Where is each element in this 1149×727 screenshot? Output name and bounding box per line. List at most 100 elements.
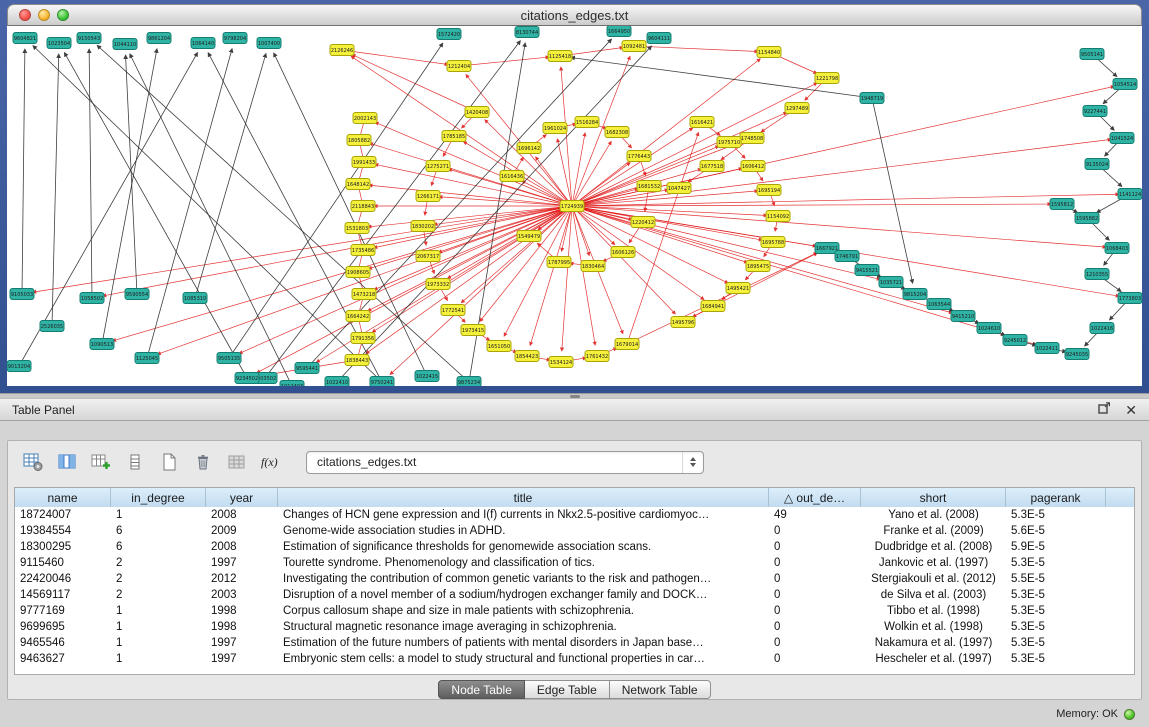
graph-edge[interactable] [274, 53, 427, 376]
graph-edge[interactable] [370, 143, 572, 206]
graph-node[interactable]: 1022416 [1090, 323, 1114, 334]
graph-node[interactable]: 1022411 [1035, 343, 1059, 354]
column-header-name[interactable]: name [15, 488, 111, 507]
table-row[interactable]: 1830029562008Estimation of significance … [15, 539, 1134, 555]
cell-name[interactable]: 9465546 [15, 637, 111, 649]
graph-edge[interactable] [19, 53, 198, 366]
add-column-icon[interactable] [88, 449, 114, 475]
cell-out_degree[interactable]: 0 [769, 541, 861, 553]
graph-node[interactable]: 1991433 [352, 157, 376, 168]
graph-node[interactable]: 1682308 [605, 127, 629, 138]
graph-node[interactable]: 1092481 [622, 41, 646, 52]
graph-node[interactable]: 1973415 [461, 325, 485, 336]
table-row[interactable]: 1938455462009Genome-wide association stu… [15, 523, 1134, 539]
cell-year[interactable]: 2009 [206, 525, 278, 537]
graph-node[interactable]: 1090513 [90, 339, 114, 350]
close-window-button[interactable] [19, 9, 31, 21]
graph-node[interactable]: 1022410 [325, 377, 349, 387]
cell-pagerank[interactable]: 5.3E-5 [1006, 557, 1106, 569]
graph-node[interactable]: 1473218 [352, 289, 376, 300]
graph-node[interactable]: 1606412 [741, 161, 765, 172]
graph-node[interactable]: 1975710 [717, 137, 741, 148]
cell-short[interactable]: de Silva et al. (2003) [861, 589, 1006, 601]
graph-edge[interactable] [572, 206, 762, 240]
cell-in_degree[interactable]: 2 [111, 557, 206, 569]
cell-in_degree[interactable]: 1 [111, 637, 206, 649]
graph-node[interactable]: 2126246 [330, 45, 354, 56]
table-row[interactable]: 946362711997Embryonic stem cells: a mode… [15, 651, 1134, 667]
graph-node[interactable]: 1735486 [351, 245, 375, 256]
column-header-short[interactable]: short [861, 488, 1006, 507]
graph-node[interactable]: 1748508 [740, 133, 764, 144]
graph-node[interactable]: 1616436 [500, 171, 524, 182]
graph-node[interactable]: 1677518 [700, 161, 724, 172]
cell-pagerank[interactable]: 5.3E-5 [1006, 589, 1106, 601]
graph-node[interactable]: 1746791 [835, 251, 859, 262]
cell-short[interactable]: Tibbo et al. (1998) [861, 605, 1006, 617]
graph-node[interactable]: 1648142 [346, 179, 370, 190]
graph-node[interactable]: 1420408 [465, 107, 489, 118]
table-row[interactable]: 1456911722003Disruption of a novel membe… [15, 587, 1134, 603]
graph-node[interactable]: 1063544 [927, 299, 951, 310]
graph-node[interactable]: 9798204 [223, 33, 247, 44]
graph-node[interactable]: 1516284 [575, 117, 599, 128]
graph-node[interactable]: 1961024 [543, 123, 567, 134]
graph-node[interactable]: 1044110 [113, 39, 137, 50]
graph-edge[interactable] [52, 54, 59, 326]
float-panel-icon[interactable] [1098, 401, 1111, 419]
cell-title[interactable]: Estimation of the future numbers of pati… [278, 637, 769, 649]
cell-pagerank[interactable]: 5.3E-5 [1006, 621, 1106, 633]
graph-node[interactable]: 1724939 [560, 201, 584, 212]
cell-in_degree[interactable]: 2 [111, 573, 206, 585]
cell-year[interactable]: 1997 [206, 557, 278, 569]
cell-in_degree[interactable]: 6 [111, 541, 206, 553]
cell-short[interactable]: Nakamura et al. (1997) [861, 637, 1006, 649]
cell-title[interactable]: Corpus callosum shape and size in male p… [278, 605, 769, 617]
graph-edge[interactable] [33, 46, 382, 382]
rows-icon[interactable] [122, 449, 148, 475]
column-header-out_degree[interactable]: △ out_de… [769, 488, 861, 507]
cell-pagerank[interactable]: 5.3E-5 [1006, 653, 1106, 665]
cell-pagerank[interactable]: 5.3E-5 [1006, 637, 1106, 649]
cell-name[interactable]: 9699695 [15, 621, 111, 633]
graph-node[interactable]: 9105033 [10, 289, 34, 300]
cell-short[interactable]: Jankovic et al. (1997) [861, 557, 1006, 569]
column-header-title[interactable]: title [278, 488, 769, 507]
cell-title[interactable]: Changes of HCN gene expression and I(f) … [278, 509, 769, 521]
graph-node[interactable]: 1791356 [351, 333, 375, 344]
cell-title[interactable]: Disruption of a novel member of a sodium… [278, 589, 769, 601]
cell-year[interactable]: 2012 [206, 573, 278, 585]
graph-node[interactable]: 1221798 [815, 73, 839, 84]
cell-name[interactable]: 9115460 [15, 557, 111, 569]
cell-title[interactable]: Embryonic stem cells: a model to study s… [278, 653, 769, 665]
graph-node[interactable]: 1012403 [280, 381, 304, 387]
cell-year[interactable]: 2003 [206, 589, 278, 601]
graph-node[interactable]: 9875234 [457, 377, 481, 387]
graph-node[interactable]: 1275271 [426, 161, 450, 172]
graph-node[interactable]: 1085310 [183, 293, 207, 304]
cell-short[interactable]: Yano et al. (2008) [861, 509, 1006, 521]
cell-short[interactable]: Stergiakouli et al. (2012) [861, 573, 1006, 585]
graph-node[interactable]: 1681532 [637, 181, 661, 192]
cell-title[interactable]: Investigating the contribution of common… [278, 573, 769, 585]
cell-name[interactable]: 9463627 [15, 653, 111, 665]
minimize-window-button[interactable] [38, 9, 50, 21]
cell-out_degree[interactable]: 0 [769, 637, 861, 649]
graph-node[interactable]: 1007400 [257, 38, 281, 49]
cell-name[interactable]: 22420046 [15, 573, 111, 585]
tab-network-table[interactable]: Network Table [610, 680, 711, 699]
graph-node[interactable]: 2526035 [40, 321, 64, 332]
graph-node[interactable]: 1616421 [690, 117, 714, 128]
cell-in_degree[interactable]: 1 [111, 621, 206, 633]
graph-node[interactable]: 8130744 [515, 27, 539, 38]
cell-name[interactable]: 18300295 [15, 541, 111, 553]
graph-node[interactable]: 9415210 [951, 311, 975, 322]
graph-node[interactable]: 9590554 [125, 289, 149, 300]
graph-node[interactable]: 9595441 [295, 363, 319, 374]
graph-node[interactable]: 9604111 [647, 33, 671, 44]
graph-node[interactable]: 1064140 [191, 38, 215, 49]
graph-node[interactable]: 1023504 [47, 38, 71, 49]
graph-node[interactable]: 1805882 [347, 135, 371, 146]
cell-short[interactable]: Hescheler et al. (1997) [861, 653, 1006, 665]
graph-node[interactable]: 2067317 [416, 251, 440, 262]
